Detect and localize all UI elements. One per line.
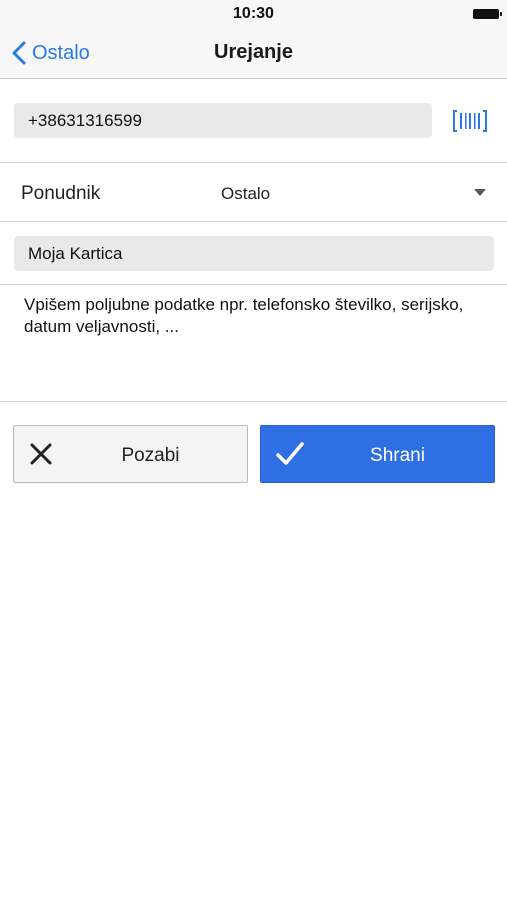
notes-textarea[interactable]: Vpišem poljubne podatke npr. telefonsko … bbox=[14, 290, 494, 390]
scan-barcode-button[interactable] bbox=[452, 107, 488, 135]
caret-down-icon bbox=[474, 189, 486, 196]
provider-select[interactable]: Ostalo bbox=[210, 172, 495, 214]
status-bar: 10:30 bbox=[0, 0, 507, 28]
status-time: 10:30 bbox=[233, 5, 274, 22]
save-button[interactable]: Shrani bbox=[260, 425, 495, 483]
navigation-bar: Ostalo Urejanje bbox=[0, 28, 507, 79]
card-number-field[interactable]: +38631316599 bbox=[14, 103, 432, 138]
provider-selected-value: Ostalo bbox=[221, 184, 271, 203]
card-name-field[interactable]: Moja Kartica bbox=[14, 236, 494, 271]
divider bbox=[0, 284, 507, 285]
divider bbox=[0, 221, 507, 222]
forget-button[interactable]: Pozabi bbox=[13, 425, 248, 483]
battery-icon bbox=[473, 9, 502, 19]
divider bbox=[0, 162, 507, 163]
close-icon bbox=[30, 443, 52, 465]
provider-label: Ponudnik bbox=[21, 183, 101, 204]
save-button-label: Shrani bbox=[370, 445, 425, 466]
page-title: Urejanje bbox=[214, 41, 293, 63]
barcode-icon bbox=[453, 110, 487, 132]
forget-button-label: Pozabi bbox=[121, 445, 180, 466]
divider bbox=[0, 401, 507, 402]
